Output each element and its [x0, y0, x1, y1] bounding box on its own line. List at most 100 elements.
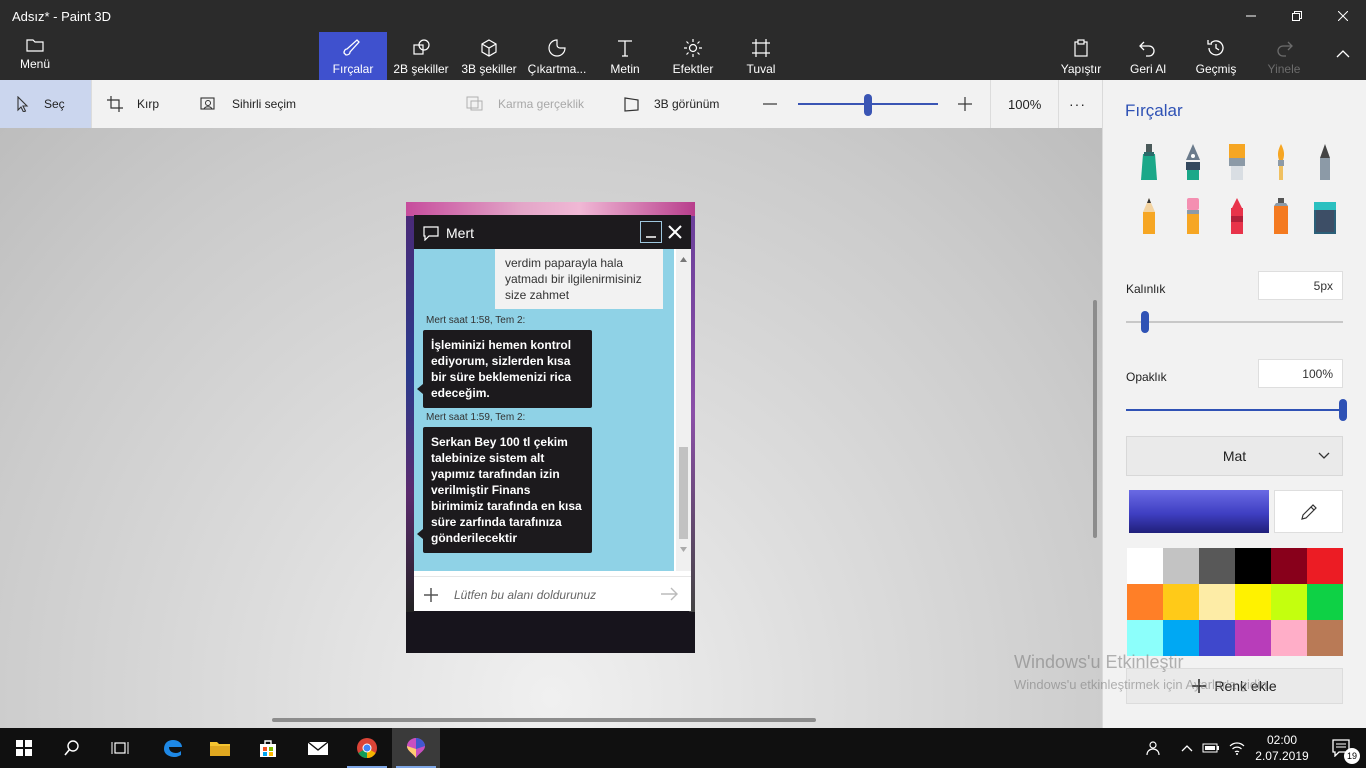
palette-color-swatch[interactable] — [1307, 620, 1343, 656]
tool-canvas[interactable]: Tuval — [738, 32, 784, 80]
tool-brushes[interactable]: Fırçalar — [319, 32, 387, 80]
select-button[interactable]: Seç — [0, 80, 91, 128]
restore-button[interactable] — [1274, 0, 1320, 32]
battery-button[interactable] — [1198, 728, 1224, 768]
network-button[interactable] — [1224, 728, 1250, 768]
agent-message: İşleminizi hemen kontrol ediyorum, sizle… — [417, 330, 592, 408]
show-hidden-icons-button[interactable] — [1174, 728, 1200, 768]
marker-icon[interactable] — [1135, 142, 1163, 182]
palette-color-swatch[interactable] — [1235, 584, 1271, 620]
eyedropper-button[interactable] — [1274, 490, 1343, 533]
palette-color-swatch[interactable] — [1235, 620, 1271, 656]
palette-color-swatch[interactable] — [1307, 548, 1343, 584]
file-explorer-button[interactable] — [196, 728, 244, 768]
palette-color-swatch[interactable] — [1127, 584, 1163, 620]
zoom-slider-thumb[interactable] — [864, 94, 872, 116]
start-button[interactable] — [0, 728, 48, 768]
mixed-reality-label: Karma gerçeklik — [498, 97, 585, 111]
tool-2d-shapes[interactable]: 2B şekiller — [390, 32, 452, 80]
eraser-icon[interactable] — [1179, 196, 1207, 236]
zoom-out-button[interactable] — [762, 80, 778, 128]
opacity-slider-track[interactable] — [1126, 409, 1343, 411]
palette-color-swatch[interactable] — [1199, 620, 1235, 656]
paint3d-button[interactable] — [392, 728, 440, 768]
spray-can-icon[interactable] — [1267, 196, 1295, 236]
zoom-level[interactable]: 100% — [1008, 80, 1041, 128]
minimize-button[interactable] — [1228, 0, 1274, 32]
finish-dropdown[interactable]: Mat — [1126, 436, 1343, 476]
action-center-button[interactable]: 19 — [1322, 728, 1362, 768]
palette-color-swatch[interactable] — [1271, 584, 1307, 620]
palette-color-swatch[interactable] — [1163, 584, 1199, 620]
chrome-button[interactable] — [343, 728, 391, 768]
send-arrow-icon[interactable] — [661, 587, 679, 601]
opacity-input[interactable]: 100% — [1258, 359, 1343, 388]
vertical-scrollbar[interactable] — [1093, 300, 1097, 538]
palette-color-swatch[interactable] — [1271, 620, 1307, 656]
edge-taskbar-button[interactable] — [148, 728, 196, 768]
magic-select-icon — [200, 97, 215, 110]
palette-color-swatch[interactable] — [1271, 548, 1307, 584]
fill-icon[interactable] — [1311, 196, 1339, 236]
current-color-swatch[interactable] — [1129, 490, 1269, 533]
palette-color-swatch[interactable] — [1199, 548, 1235, 584]
chat-input-bar[interactable]: Lütfen bu alanı doldurunuz — [414, 576, 691, 611]
opacity-slider-thumb[interactable] — [1339, 399, 1347, 421]
system-clock[interactable]: 02:00 2.07.2019 — [1254, 732, 1310, 764]
crayon-icon[interactable] — [1223, 196, 1251, 236]
watercolor-icon[interactable] — [1267, 142, 1295, 182]
battery-icon — [1202, 743, 1219, 753]
search-button[interactable] — [48, 728, 96, 768]
tool-3d-shapes[interactable]: 3B şekiller — [458, 32, 520, 80]
window-title: Adsız* - Paint 3D — [12, 9, 111, 24]
tool-effects[interactable]: Efektler — [665, 32, 721, 80]
magic-select-button[interactable]: Sihirli seçim — [200, 80, 296, 128]
redo-button[interactable]: Yinele — [1262, 32, 1306, 80]
tool-text[interactable]: Metin — [600, 32, 650, 80]
crop-button[interactable]: Kırp — [107, 80, 159, 128]
store-button[interactable] — [244, 728, 292, 768]
palette-color-swatch[interactable] — [1127, 620, 1163, 656]
thickness-slider-track[interactable] — [1126, 321, 1343, 323]
cursor-icon — [17, 96, 29, 112]
plus-icon[interactable] — [424, 588, 438, 602]
oil-brush-icon[interactable] — [1223, 142, 1251, 182]
chat-minimize-button[interactable] — [640, 221, 662, 243]
palette-color-swatch[interactable] — [1127, 548, 1163, 584]
history-button[interactable]: Geçmiş — [1194, 32, 1238, 80]
mixed-reality-button[interactable]: Karma gerçeklik — [466, 80, 584, 128]
opacity-label: Opaklık — [1126, 370, 1167, 384]
thickness-slider-thumb[interactable] — [1140, 311, 1149, 333]
activation-watermark-title: Windows'u Etkinleştir — [1014, 652, 1184, 672]
canvas-image[interactable]: Mert verdim paparayla hala yatmadı bir i… — [406, 202, 695, 653]
palette-color-swatch[interactable] — [1163, 548, 1199, 584]
chat-close-button[interactable] — [666, 223, 684, 241]
palette-color-swatch[interactable] — [1235, 548, 1271, 584]
view-3d-button[interactable]: 3B görünüm — [624, 80, 719, 128]
people-button[interactable] — [1140, 728, 1166, 768]
calligraphy-pen-icon[interactable] — [1179, 142, 1207, 182]
chat-scroll-thumb[interactable] — [679, 447, 688, 539]
agent-message: Serkan Bey 100 tl çekim talebinize siste… — [417, 427, 592, 553]
collapse-toolbar-button[interactable] — [1320, 38, 1366, 70]
pencil-icon[interactable] — [1135, 196, 1163, 236]
palette-color-swatch[interactable] — [1199, 584, 1235, 620]
undo-icon — [1139, 41, 1155, 57]
thickness-input[interactable]: 5px — [1258, 271, 1343, 300]
palette-color-swatch[interactable] — [1307, 584, 1343, 620]
chat-input-field[interactable]: Lütfen bu alanı doldurunuz — [454, 588, 596, 602]
store-icon — [260, 740, 276, 757]
horizontal-scrollbar[interactable] — [272, 718, 816, 722]
paste-button[interactable]: Yapıştır — [1058, 32, 1104, 80]
close-button[interactable] — [1320, 0, 1366, 32]
palette-color-swatch[interactable] — [1163, 620, 1199, 656]
more-options-button[interactable]: ··· — [1069, 80, 1086, 128]
task-view-button[interactable] — [96, 728, 144, 768]
menu-button[interactable]: Menü — [10, 38, 60, 76]
tool-stickers[interactable]: Çıkartma... — [526, 32, 588, 80]
zoom-in-button[interactable] — [957, 80, 973, 128]
chat-scrollbar[interactable] — [676, 249, 691, 571]
pixel-pen-icon[interactable] — [1311, 142, 1339, 182]
mail-button[interactable] — [294, 728, 342, 768]
undo-button[interactable]: Geri Al — [1126, 32, 1170, 80]
